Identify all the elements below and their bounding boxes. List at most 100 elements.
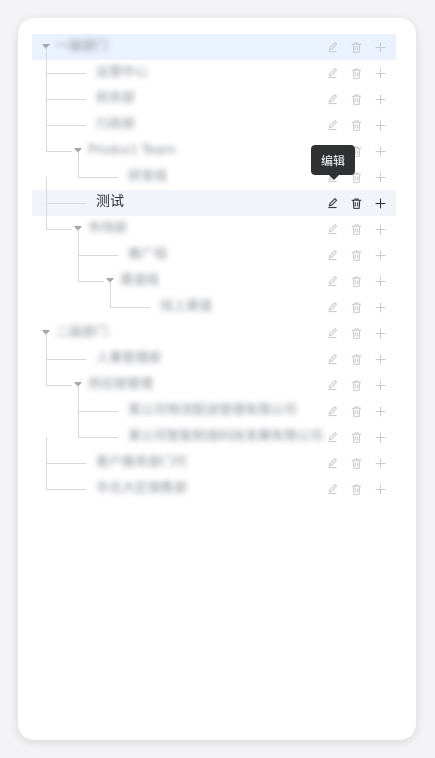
add-icon[interactable] xyxy=(372,169,388,185)
node-actions xyxy=(316,216,396,242)
tree-node-row[interactable]: 人事管理部 xyxy=(32,333,396,372)
tree-connector xyxy=(46,99,47,126)
tree-node-row[interactable]: 渠道组 xyxy=(32,255,396,294)
add-icon[interactable] xyxy=(372,351,388,367)
delete-icon[interactable] xyxy=(348,117,364,133)
tooltip-text: 编辑 xyxy=(320,153,345,168)
tree-node-label: 推广组 xyxy=(128,247,168,262)
add-icon[interactable] xyxy=(372,481,388,497)
tree-node-row[interactable]: 推广组 xyxy=(32,229,396,268)
add-icon[interactable] xyxy=(372,195,388,211)
add-icon[interactable] xyxy=(372,143,388,159)
node-actions xyxy=(316,424,396,450)
add-icon[interactable] xyxy=(372,429,388,445)
edit-icon[interactable] xyxy=(324,65,340,81)
tree-node-row[interactable]: 市场部 xyxy=(32,203,396,242)
tree-connector xyxy=(46,203,47,230)
tree-node-label: 二级部门 xyxy=(56,325,109,340)
add-icon[interactable] xyxy=(372,455,388,471)
tree-connector xyxy=(46,47,47,74)
add-icon[interactable] xyxy=(372,403,388,419)
tree-node-row[interactable]: 行政部 xyxy=(32,99,396,138)
node-actions xyxy=(316,190,396,216)
tree-node-row[interactable]: 客户服务部门代 xyxy=(32,437,396,476)
delete-icon[interactable] xyxy=(348,377,364,393)
edit-icon[interactable] xyxy=(324,377,340,393)
tree-node-label: 运营中心 xyxy=(96,65,149,80)
add-icon[interactable] xyxy=(372,247,388,263)
edit-icon[interactable] xyxy=(324,325,340,341)
tree-connector xyxy=(46,229,72,230)
node-actions xyxy=(316,112,396,138)
edit-icon[interactable] xyxy=(324,351,340,367)
edit-icon[interactable] xyxy=(324,91,340,107)
delete-icon[interactable] xyxy=(348,221,364,237)
delete-icon[interactable] xyxy=(348,39,364,55)
edit-icon[interactable] xyxy=(324,429,340,445)
node-actions xyxy=(316,372,396,398)
tree-panel: 一级部门 运营中心 财务部 行政部 Product Team 研发组 测试 市场部 推广组 渠道组… xyxy=(18,18,416,740)
add-icon[interactable] xyxy=(372,91,388,107)
delete-icon[interactable] xyxy=(348,351,364,367)
tree-node-row[interactable]: 供应链管理 xyxy=(32,359,396,398)
delete-icon[interactable] xyxy=(348,429,364,445)
delete-icon[interactable] xyxy=(348,403,364,419)
tree-node-label: 线上渠道 xyxy=(160,299,213,314)
tree-connector xyxy=(78,255,118,256)
edit-icon[interactable] xyxy=(324,299,340,315)
add-icon[interactable] xyxy=(372,325,388,341)
tree-node-row[interactable]: 测试 xyxy=(32,177,396,216)
delete-icon[interactable] xyxy=(348,195,364,211)
edit-icon[interactable] xyxy=(324,221,340,237)
edit-icon[interactable] xyxy=(324,195,340,211)
tree-connector xyxy=(46,437,47,464)
tree-node-row[interactable]: 某公司物流配送管理有限公司 xyxy=(32,385,396,424)
edit-icon[interactable] xyxy=(324,481,340,497)
delete-icon[interactable] xyxy=(348,299,364,315)
tree-node-row[interactable]: 华北大区销售部 xyxy=(32,463,396,502)
add-icon[interactable] xyxy=(372,273,388,289)
delete-icon[interactable] xyxy=(348,273,364,289)
tree-connector xyxy=(78,281,104,282)
tree-node-row[interactable]: 某公司智能制造科技发展有限公司 xyxy=(32,411,396,450)
tree-node-label: Product Team xyxy=(88,143,176,158)
tree-node-label: 财务部 xyxy=(96,91,136,106)
add-icon[interactable] xyxy=(372,221,388,237)
node-actions xyxy=(316,346,396,372)
node-actions xyxy=(316,34,396,60)
tree-node-row[interactable]: 财务部 xyxy=(32,73,396,112)
node-actions xyxy=(316,268,396,294)
node-actions xyxy=(316,242,396,268)
edit-icon[interactable] xyxy=(324,117,340,133)
tree-node-row[interactable]: 线上渠道 xyxy=(32,281,396,320)
edit-icon[interactable] xyxy=(324,247,340,263)
add-icon[interactable] xyxy=(372,39,388,55)
delete-icon[interactable] xyxy=(348,481,364,497)
edit-icon[interactable] xyxy=(324,455,340,471)
tree-connector xyxy=(46,151,72,152)
add-icon[interactable] xyxy=(372,377,388,393)
delete-icon[interactable] xyxy=(348,91,364,107)
tree-node-label: 某公司物流配送管理有限公司 xyxy=(128,403,298,418)
delete-icon[interactable] xyxy=(348,247,364,263)
tree-connector xyxy=(78,255,79,282)
add-icon[interactable] xyxy=(372,117,388,133)
delete-icon[interactable] xyxy=(348,455,364,471)
tree-node-row[interactable]: 运营中心 xyxy=(32,47,396,86)
add-icon[interactable] xyxy=(372,65,388,81)
node-actions xyxy=(316,86,396,112)
tree-connector xyxy=(46,463,47,490)
node-actions xyxy=(316,60,396,86)
tree-node-row[interactable]: 一级部门 xyxy=(32,34,396,60)
delete-icon[interactable] xyxy=(348,65,364,81)
tree-node-row[interactable]: 二级部门 xyxy=(32,320,396,346)
edit-icon[interactable] xyxy=(324,39,340,55)
edit-icon[interactable] xyxy=(324,273,340,289)
tree-node-label: 一级部门 xyxy=(56,39,109,54)
edit-icon[interactable] xyxy=(324,403,340,419)
tree-node-label: 渠道组 xyxy=(120,273,160,288)
node-actions xyxy=(316,476,396,502)
add-icon[interactable] xyxy=(372,299,388,315)
tree-connector xyxy=(46,125,47,152)
delete-icon[interactable] xyxy=(348,325,364,341)
